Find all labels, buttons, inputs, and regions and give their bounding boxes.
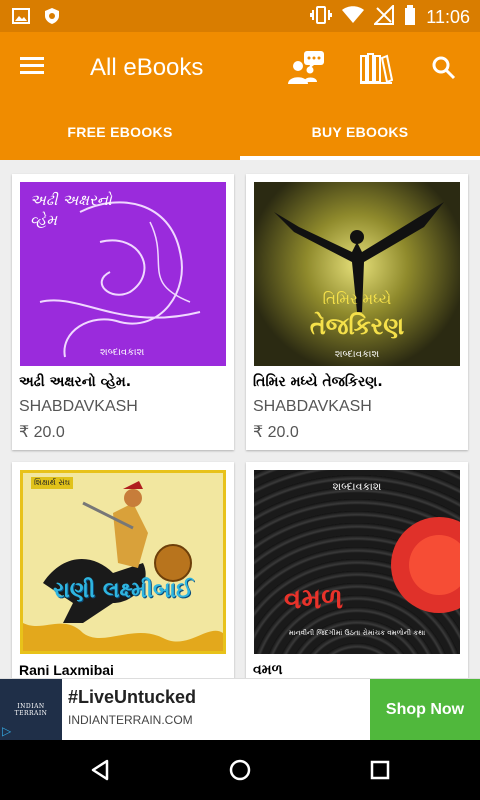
page-title: All eBooks [90, 54, 204, 81]
book-grid: અઢી અક્ષરનો વ્હેમ શબ્દાવકાશ અઢી અક્ષરનો … [0, 160, 480, 678]
cover-publisher: શબ્દાવકાશ [100, 347, 145, 358]
book-publisher: SHABDAVKASH [19, 398, 138, 415]
tab-buy-ebooks[interactable]: BUY EBOOKS [240, 104, 480, 160]
vibrate-icon [310, 5, 333, 29]
clock: 11:06 [426, 6, 470, 27]
tab-bar: FREE EBOOKS BUY EBOOKS [0, 104, 480, 160]
ad-domain: INDIANTERRAIN.COM [68, 713, 193, 727]
book-cover[interactable]: તિમિર મધ્યે તેજકિરણ શબ્દાવકાશ [254, 182, 460, 366]
status-bar: 11:06 [0, 0, 480, 32]
cover-title: અઢી અક્ષરનો વ્હેમ [30, 191, 112, 229]
shop-now-button[interactable]: Shop Now [370, 679, 480, 741]
book-title: Rani Laxmibai [19, 662, 114, 678]
system-nav-bar [0, 740, 480, 800]
ad-headline[interactable]: #LiveUntucked [68, 687, 196, 708]
search-icon[interactable] [422, 46, 466, 90]
cover-publisher: શબ્દાવકાશ [334, 349, 380, 360]
cover-title: રાણી લક્ષ્મીબાઈ [52, 578, 194, 603]
image-icon [12, 7, 30, 29]
book-card[interactable]: તિમિર મધ્યે તેજકિરણ શબ્દાવકાશ તિમિર મધ્ય… [246, 174, 468, 450]
shield-icon [44, 7, 60, 29]
book-card[interactable]: શબ્દાવકાશ વમળ માનવીની જિંદગીમાં ઉઠતા રોમ… [246, 462, 468, 678]
back-icon[interactable] [80, 752, 120, 788]
book-cover[interactable]: અઢી અક્ષરનો વ્હેમ શબ્દાવકાશ [20, 182, 226, 366]
battery-icon [404, 5, 416, 29]
cover-publisher: શબ્દાવકાશ [332, 480, 382, 493]
adchoices-icon[interactable]: ▷ [2, 724, 11, 738]
book-cover[interactable]: શબ્દાવકાશ વમળ માનવીની જિંદગીમાં ઉઠતા રોમ… [254, 470, 460, 654]
book-card[interactable]: અઢી અક્ષરનો વ્હેમ શબ્દાવકાશ અઢી અક્ષરનો … [12, 174, 234, 450]
recents-icon[interactable] [360, 752, 400, 788]
cover-title: વમળ [284, 582, 344, 615]
book-title: અઢી અક્ષરનો વ્હેમ. [19, 374, 132, 390]
tab-free-ebooks[interactable]: FREE EBOOKS [0, 104, 240, 160]
cover-subtitle: તિમિર મધ્યે [322, 290, 392, 308]
cover-title: તેજકિરણ [309, 312, 405, 340]
library-icon[interactable] [354, 46, 398, 90]
book-title: વમળ [253, 662, 283, 678]
no-signal-icon [372, 3, 395, 29]
menu-icon[interactable] [20, 54, 50, 80]
cover-series: શિક્ષાર્થ સંઘ [31, 477, 74, 489]
book-title: તિમિર મધ્યે તેજકિરણ. [253, 374, 383, 390]
wifi-icon [342, 6, 365, 28]
book-card[interactable]: શિક્ષાર્થ સંઘ રાણી લક્ષ્મીબાઈ Rani Laxmi… [12, 462, 234, 678]
ad-brand: INDIAN TERRAIN [14, 703, 48, 717]
book-publisher: SHABDAVKASH [253, 398, 372, 415]
book-price: ₹ 20.0 [253, 424, 299, 441]
ad-banner[interactable]: INDIAN TERRAIN ▷ #LiveUntucked INDIANTER… [0, 678, 480, 741]
book-cover[interactable]: શિક્ષાર્થ સંઘ રાણી લક્ષ્મીબાઈ [20, 470, 226, 654]
cover-tagline: માનવીની જિંદગીમાં ઉઠતા રોમાંચક વમળોની કથ… [288, 629, 426, 637]
chat-users-icon[interactable] [284, 46, 328, 90]
book-price: ₹ 20.0 [19, 424, 65, 441]
app-bar: All eBooks [0, 32, 480, 104]
home-icon[interactable] [220, 752, 260, 788]
